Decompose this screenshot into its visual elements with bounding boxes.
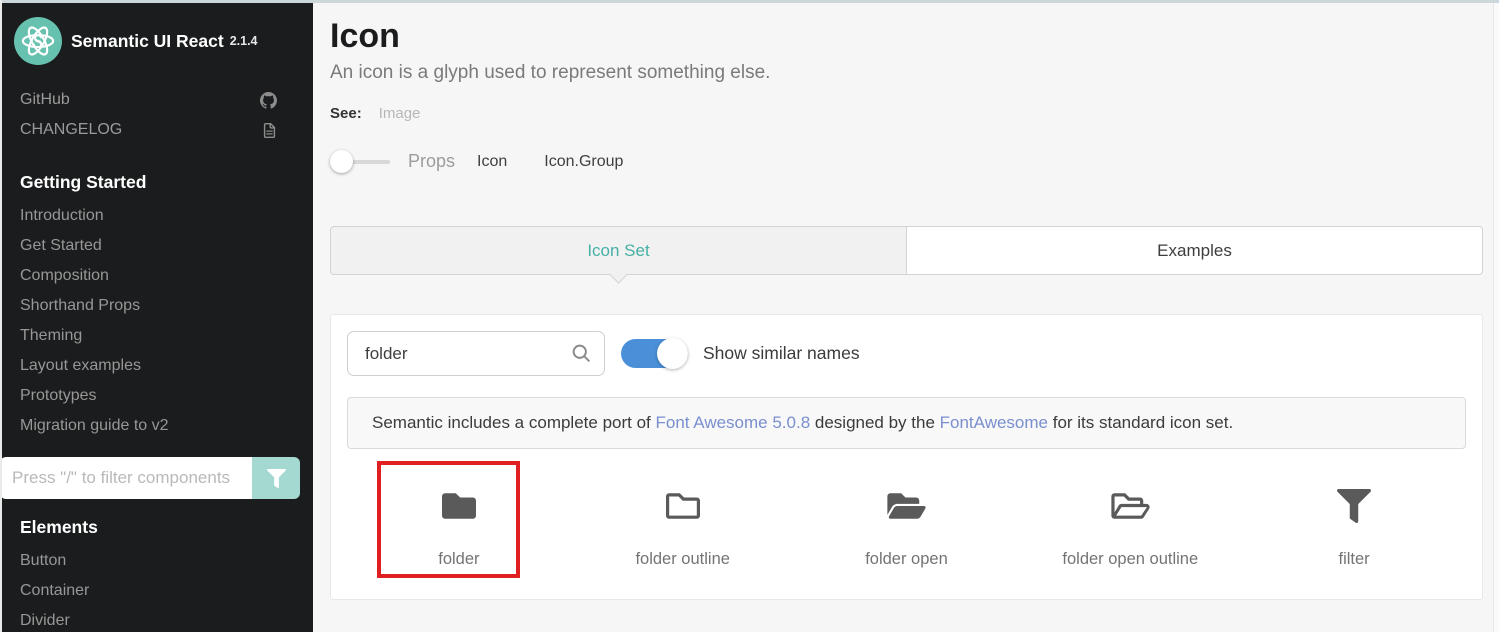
svg-text:S: S xyxy=(33,31,43,51)
semantic-ui-logo-icon: S xyxy=(14,17,62,65)
filter-icon xyxy=(267,469,286,488)
sidebar-item-layout-examples[interactable]: Layout examples xyxy=(0,351,313,381)
props-item-icon[interactable]: Icon xyxy=(477,153,507,171)
folder-open-outline-icon xyxy=(1108,489,1153,523)
sidebar-item-divider[interactable]: Divider xyxy=(0,606,313,632)
tab-menu: Icon Set Examples xyxy=(330,226,1483,275)
page-subtitle: An icon is a glyph used to represent som… xyxy=(330,62,1483,84)
sidebar-item-button[interactable]: Button xyxy=(0,546,313,576)
show-similar-toggle[interactable] xyxy=(621,339,688,368)
see-row: See: Image xyxy=(330,105,1483,122)
component-filter xyxy=(0,457,300,499)
atom-icon: S xyxy=(16,19,60,63)
show-similar-toggle-knob xyxy=(657,338,688,369)
component-filter-button[interactable] xyxy=(252,457,300,499)
page-scrollbar[interactable] xyxy=(1493,0,1499,632)
props-label: Props xyxy=(408,151,455,172)
see-label: See: xyxy=(330,105,362,122)
icon-cell-folder-outline[interactable]: folder outline xyxy=(571,455,795,569)
window-left-border xyxy=(0,0,2,632)
folder-icon xyxy=(439,489,479,523)
icon-search-row: Show similar names xyxy=(347,331,1466,376)
props-bar: Props Icon Icon.Group xyxy=(330,149,1483,174)
font-awesome-message: Semantic includes a complete port of Fon… xyxy=(347,397,1466,449)
file-icon xyxy=(262,122,277,139)
window-top-border xyxy=(0,0,1499,3)
sidebar-item-migration-guide[interactable]: Migration guide to v2 xyxy=(0,411,313,441)
icon-cell-filter[interactable]: filter xyxy=(1242,455,1466,569)
tab-icon-set[interactable]: Icon Set xyxy=(330,226,907,275)
props-toggle-knob xyxy=(330,150,353,173)
sidebar-link-changelog[interactable]: CHANGELOG xyxy=(0,115,313,145)
sidebar-item-theming[interactable]: Theming xyxy=(0,321,313,351)
icon-label: folder xyxy=(347,550,571,569)
app-window: S Semantic UI React 2.1.4 GitHub CHANGEL… xyxy=(0,0,1499,632)
sidebar-item-composition[interactable]: Composition xyxy=(0,261,313,291)
sidebar: S Semantic UI React 2.1.4 GitHub CHANGEL… xyxy=(0,0,313,632)
search-icon xyxy=(571,343,592,364)
folder-outline-icon xyxy=(663,489,703,523)
section-header-getting-started: Getting Started xyxy=(0,172,313,193)
page-title: Icon xyxy=(330,17,1483,55)
icon-label: folder open outline xyxy=(1018,550,1242,569)
see-link-image[interactable]: Image xyxy=(379,105,421,122)
message-text-suffix: for its standard icon set. xyxy=(1048,413,1233,432)
changelog-link-label: CHANGELOG xyxy=(20,121,122,139)
message-text-prefix: Semantic includes a complete port of xyxy=(372,413,655,432)
icon-search-input[interactable] xyxy=(347,331,605,376)
logo-row[interactable]: S Semantic UI React 2.1.4 xyxy=(14,17,313,65)
app-title: Semantic UI React xyxy=(71,31,224,52)
icon-cell-folder-open-outline[interactable]: folder open outline xyxy=(1018,455,1242,569)
icon-search-box xyxy=(347,331,605,376)
tab-examples[interactable]: Examples xyxy=(906,226,1483,275)
icon-set-pane: Show similar names Semantic includes a c… xyxy=(330,314,1483,600)
filter-icon xyxy=(1337,489,1371,523)
component-filter-input[interactable] xyxy=(0,457,252,499)
icon-label: folder outline xyxy=(571,550,795,569)
sidebar-link-github[interactable]: GitHub xyxy=(0,85,313,115)
props-item-icon-group[interactable]: Icon.Group xyxy=(544,153,623,171)
icon-grid: folder folder outline folder open xyxy=(347,455,1466,569)
sidebar-item-prototypes[interactable]: Prototypes xyxy=(0,381,313,411)
icon-label: folder open xyxy=(795,550,1019,569)
sidebar-item-get-started[interactable]: Get Started xyxy=(0,231,313,261)
app-version: 2.1.4 xyxy=(230,34,258,48)
sidebar-item-introduction[interactable]: Introduction xyxy=(0,201,313,231)
folder-open-icon xyxy=(884,489,929,523)
github-icon xyxy=(260,92,277,109)
main-content: Icon An icon is a glyph used to represen… xyxy=(313,0,1499,632)
github-link-label: GitHub xyxy=(20,91,70,109)
section-header-elements: Elements xyxy=(0,517,313,538)
sidebar-item-shorthand-props[interactable]: Shorthand Props xyxy=(0,291,313,321)
icon-label: filter xyxy=(1242,550,1466,569)
icon-cell-folder-open[interactable]: folder open xyxy=(795,455,1019,569)
show-similar-label: Show similar names xyxy=(703,343,860,364)
font-awesome-version-link[interactable]: Font Awesome 5.0.8 xyxy=(655,413,810,432)
sidebar-item-container[interactable]: Container xyxy=(0,576,313,606)
props-toggle[interactable] xyxy=(330,149,390,174)
message-text-middle: designed by the xyxy=(810,413,939,432)
icon-cell-folder[interactable]: folder xyxy=(347,455,571,569)
font-awesome-link[interactable]: FontAwesome xyxy=(940,413,1048,432)
